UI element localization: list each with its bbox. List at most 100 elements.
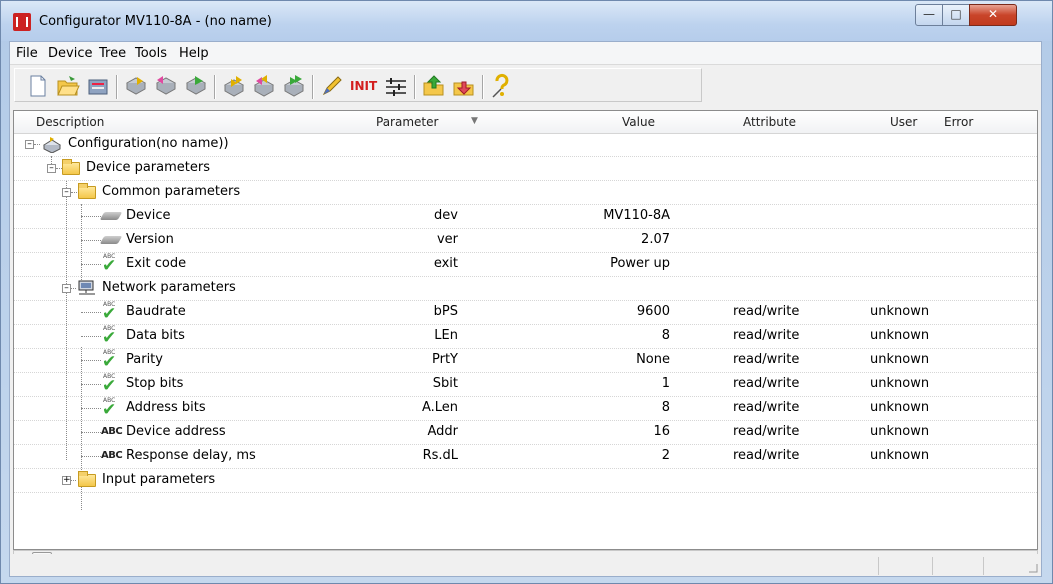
row-user: unknown bbox=[870, 352, 930, 367]
menu-tools[interactable]: Tools bbox=[135, 46, 167, 61]
collapse-icon[interactable]: – bbox=[62, 188, 71, 197]
folder-icon bbox=[78, 471, 96, 487]
folder-icon bbox=[62, 159, 80, 175]
table-row[interactable]: Version ver 2.07 bbox=[14, 228, 1037, 253]
menu-help[interactable]: Help bbox=[179, 46, 209, 61]
table-row[interactable]: ABC ✔ Exit code exit Power up bbox=[14, 252, 1037, 277]
row-parameter: Rs.dL bbox=[422, 448, 458, 463]
check-icon: ✔ bbox=[102, 328, 117, 348]
row-description: Device parameters bbox=[86, 160, 210, 175]
row-user: unknown bbox=[870, 400, 930, 415]
edit-icon[interactable] bbox=[319, 73, 345, 99]
write-icon[interactable] bbox=[153, 73, 179, 99]
title-bar[interactable]: Configurator MV110-8A - (no name) — □ ✕ bbox=[1, 1, 1052, 41]
tree-row-input-parameters[interactable]: + Input parameters bbox=[14, 468, 1037, 493]
row-value[interactable]: 1 bbox=[554, 376, 670, 391]
column-value[interactable]: Value bbox=[622, 115, 655, 129]
table-row[interactable]: Device dev MV110-8A bbox=[14, 204, 1037, 229]
read-all-icon[interactable] bbox=[221, 73, 247, 99]
row-value[interactable]: None bbox=[554, 352, 670, 367]
write-all-icon[interactable] bbox=[251, 73, 277, 99]
status-separator bbox=[878, 557, 879, 575]
check-icon: ✔ bbox=[102, 376, 117, 396]
row-value[interactable]: 2 bbox=[554, 448, 670, 463]
row-description: Stop bits bbox=[126, 376, 184, 391]
table-row[interactable]: ABC Device address Addr 16 read/write un… bbox=[14, 420, 1037, 445]
read-only-icon bbox=[99, 236, 123, 244]
menu-file[interactable]: File bbox=[16, 46, 38, 61]
compare-icon[interactable] bbox=[183, 73, 209, 99]
table-row[interactable]: ABC ✔ Data bits LEn 8 read/write unknown bbox=[14, 324, 1037, 349]
upload-icon[interactable] bbox=[421, 73, 447, 99]
row-parameter: Sbit bbox=[432, 376, 458, 391]
collapse-icon[interactable]: – bbox=[47, 164, 56, 173]
menu-device[interactable]: Device bbox=[48, 46, 92, 61]
column-parameter[interactable]: Parameter bbox=[376, 115, 438, 129]
device-icon[interactable] bbox=[85, 73, 111, 99]
row-value[interactable]: 2.07 bbox=[554, 232, 670, 247]
row-description: Common parameters bbox=[102, 184, 241, 199]
minimize-button[interactable]: — bbox=[915, 4, 943, 26]
row-description: Network parameters bbox=[102, 280, 236, 295]
table-row[interactable]: ABC ✔ Parity PrtY None read/write unknow… bbox=[14, 348, 1037, 373]
window-title: Configurator MV110-8A - (no name) bbox=[39, 14, 272, 29]
row-parameter: exit bbox=[433, 256, 458, 271]
sort-arrow-icon[interactable]: ▼ bbox=[471, 116, 478, 126]
tree-row-common-parameters[interactable]: – Common parameters bbox=[14, 180, 1037, 205]
tree-row-network-parameters[interactable]: – Network parameters bbox=[14, 276, 1037, 301]
row-value[interactable]: Power up bbox=[554, 256, 670, 271]
table-row[interactable]: ABC ✔ Address bits A.Len 8 read/write un… bbox=[14, 396, 1037, 421]
row-value[interactable]: MV110-8A bbox=[554, 208, 670, 223]
row-attribute: read/write bbox=[733, 424, 800, 439]
collapse-icon[interactable]: – bbox=[25, 140, 34, 149]
init-label: INIT bbox=[350, 79, 378, 93]
row-attribute: read/write bbox=[733, 400, 800, 415]
settings-icon[interactable] bbox=[383, 73, 409, 99]
table-row[interactable]: ABC ✔ Baudrate bPS 9600 read/write unkno… bbox=[14, 300, 1037, 325]
tree-line bbox=[81, 240, 101, 241]
tree-line bbox=[81, 312, 101, 313]
read-icon[interactable] bbox=[123, 73, 149, 99]
row-attribute: read/write bbox=[733, 448, 800, 463]
menu-tree[interactable]: Tree bbox=[99, 46, 126, 61]
tree-row-configuration[interactable]: – Configuration(no name)) bbox=[14, 132, 1037, 157]
resize-grip-icon[interactable] bbox=[1027, 562, 1039, 574]
tree-line bbox=[34, 144, 40, 145]
tree-line bbox=[81, 264, 101, 265]
app-window: Configurator MV110-8A - (no name) — □ ✕ … bbox=[0, 0, 1053, 584]
status-separator bbox=[932, 557, 933, 575]
tree-line bbox=[81, 360, 101, 361]
row-value[interactable]: 9600 bbox=[554, 304, 670, 319]
compare-all-icon[interactable] bbox=[281, 73, 307, 99]
help-icon[interactable] bbox=[489, 73, 515, 99]
column-attribute[interactable]: Attribute bbox=[743, 115, 796, 129]
row-parameter: ver bbox=[436, 232, 458, 247]
parameter-grid[interactable]: Description Parameter ▼ Value Attribute … bbox=[13, 110, 1038, 550]
open-icon[interactable] bbox=[55, 73, 81, 99]
row-description: Device bbox=[126, 208, 171, 223]
row-value[interactable]: 8 bbox=[554, 400, 670, 415]
column-user[interactable]: User bbox=[890, 115, 917, 129]
row-parameter: bPS bbox=[433, 304, 458, 319]
toolbar-band: INIT bbox=[14, 68, 702, 102]
row-description: Data bits bbox=[126, 328, 185, 343]
row-value[interactable]: 16 bbox=[554, 424, 670, 439]
app-logo-icon bbox=[13, 13, 31, 31]
toolbar-separator bbox=[312, 75, 314, 99]
init-icon[interactable]: INIT bbox=[347, 73, 381, 99]
row-value[interactable]: 8 bbox=[554, 328, 670, 343]
new-icon[interactable] bbox=[25, 73, 51, 99]
column-error[interactable]: Error bbox=[944, 115, 973, 129]
tree-line bbox=[81, 216, 101, 217]
download-icon[interactable] bbox=[451, 73, 477, 99]
expand-icon[interactable]: + bbox=[62, 476, 71, 485]
table-row[interactable]: ABC Response delay, ms Rs.dL 2 read/writ… bbox=[14, 444, 1037, 469]
column-description[interactable]: Description bbox=[36, 115, 104, 129]
tree-row-device-parameters[interactable]: – Device parameters bbox=[14, 156, 1037, 181]
close-button[interactable]: ✕ bbox=[969, 4, 1017, 26]
collapse-icon[interactable]: – bbox=[62, 284, 71, 293]
row-parameter: LEn bbox=[434, 328, 458, 343]
read-only-icon bbox=[99, 212, 123, 220]
maximize-button[interactable]: □ bbox=[942, 4, 970, 26]
table-row[interactable]: ABC ✔ Stop bits Sbit 1 read/write unknow… bbox=[14, 372, 1037, 397]
